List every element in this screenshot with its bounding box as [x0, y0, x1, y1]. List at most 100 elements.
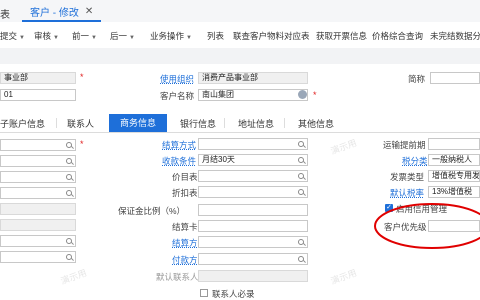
use-org-label: 使用组织: [160, 74, 195, 84]
watermark: 演示用: [329, 137, 359, 157]
left-field-5[interactable]: [0, 203, 76, 215]
invoice-type-label: 发票类型: [390, 172, 425, 182]
tax-category-field[interactable]: 一般纳税人: [428, 154, 480, 166]
settle-card-field[interactable]: [198, 220, 308, 232]
search-icon[interactable]: [298, 157, 304, 163]
dept-field[interactable]: 事业部: [0, 72, 76, 84]
default-contact-label: 默认联系人: [156, 272, 199, 282]
toolbar-band: [0, 48, 480, 64]
customer-name-field[interactable]: 南山集团: [198, 89, 308, 101]
watermark: 演示用: [59, 267, 89, 287]
toolbar-prev-label: 前一: [72, 31, 90, 41]
search-icon[interactable]: [66, 238, 72, 244]
annotation-ellipse: [374, 203, 480, 249]
tab-divider: [56, 118, 57, 128]
toolbar-audit-label: 审核: [34, 31, 52, 41]
toolbar-price-query[interactable]: 价格综合查询: [372, 30, 423, 42]
customer-name-label: 客户名称: [160, 91, 195, 101]
receive-cond-field[interactable]: 月结30天: [198, 154, 308, 166]
globe-icon[interactable]: [298, 90, 307, 99]
required-marker: *: [80, 139, 84, 149]
left-field-3[interactable]: [0, 171, 76, 183]
use-org-field[interactable]: 消费产品事业部: [198, 72, 308, 84]
subtab-bank-info[interactable]: 银行信息: [180, 117, 216, 130]
settle-card-label: 结算卡: [172, 222, 198, 232]
shortname-field[interactable]: [430, 72, 480, 84]
deposit-ratio-field[interactable]: [198, 204, 308, 216]
toolbar-list[interactable]: 列表: [207, 30, 224, 42]
subtab-address-info[interactable]: 地址信息: [238, 117, 274, 130]
left-field-7[interactable]: [0, 235, 76, 247]
settle-method-label: 结算方式: [162, 140, 197, 150]
chevron-down-icon: ▼: [186, 35, 192, 41]
chevron-down-icon: ▼: [129, 35, 135, 41]
toolbar-next-label: 后一: [110, 31, 128, 41]
subtab-sub-account[interactable]: 子账户信息: [0, 117, 45, 130]
search-icon[interactable]: [66, 174, 72, 180]
toolbar: 提交 ▼ 审核 ▼ 前一 ▼ 后一 ▼ 业务操作 ▼ 列表 联查客户物料对应表 获取开票信…: [0, 22, 480, 49]
contact-required-label: 联系人必录: [212, 289, 255, 299]
payer-label: 付款方: [172, 255, 198, 265]
tax-category-label: 税分类: [402, 156, 428, 166]
left-field-2[interactable]: [0, 155, 76, 167]
subtab-contacts[interactable]: 联系人: [67, 117, 94, 130]
default-tax-field[interactable]: 13%增值税: [428, 186, 480, 198]
tab-customer-edit[interactable]: 客户 - 修改 ✕: [22, 0, 102, 22]
search-icon[interactable]: [298, 239, 304, 245]
settle-method-field[interactable]: [198, 138, 308, 150]
chevron-down-icon: ▼: [53, 35, 59, 41]
search-icon[interactable]: [298, 141, 304, 147]
left-field-1[interactable]: [0, 139, 76, 151]
tab-divider: [284, 118, 285, 128]
tab-customer-edit-label: 客户 - 修改: [30, 7, 79, 19]
shortname-label: 简称: [408, 74, 426, 84]
left-field-8[interactable]: [0, 251, 76, 263]
left-field-6[interactable]: [0, 219, 76, 231]
toolbar-business-ops[interactable]: 业务操作 ▼: [150, 30, 192, 42]
toolbar-audit[interactable]: 审核 ▼: [34, 30, 59, 42]
invoice-type-field[interactable]: 增值税专用发票: [428, 170, 480, 182]
transport-field[interactable]: [428, 138, 480, 150]
search-icon[interactable]: [66, 142, 72, 148]
watermark: 演示用: [329, 267, 359, 287]
required-marker: *: [80, 72, 84, 82]
toolbar-customer-material[interactable]: 联查客户物料对应表: [233, 30, 310, 42]
tab-divider: [224, 118, 225, 128]
search-icon[interactable]: [298, 189, 304, 195]
deposit-ratio-label: 保证金比例（%）: [118, 206, 186, 216]
subtab-business-info[interactable]: 商务信息: [109, 114, 167, 132]
subtab-other-info[interactable]: 其他信息: [298, 117, 334, 130]
tab-bar: 表 客户 - 修改 ✕: [0, 0, 480, 23]
discount-list-label: 折扣表: [172, 188, 198, 198]
settle-party-label: 结算方: [172, 238, 198, 248]
tab-partial-label[interactable]: 表: [0, 6, 10, 21]
price-list-field[interactable]: [198, 170, 308, 182]
left-field-4[interactable]: [0, 187, 76, 199]
sub-tab-bar: 子账户信息 联系人 商务信息 银行信息 地址信息 其他信息: [0, 114, 480, 133]
search-icon[interactable]: [66, 254, 72, 260]
toolbar-submit-label: 提交: [0, 31, 18, 41]
toolbar-unfinished-data[interactable]: 未完结数据分: [430, 30, 480, 42]
toolbar-get-invoice-info[interactable]: 获取开票信息: [316, 30, 367, 42]
close-icon[interactable]: ✕: [85, 6, 93, 17]
search-icon[interactable]: [298, 256, 304, 262]
price-list-label: 价目表: [172, 172, 198, 182]
chevron-down-icon: ▼: [19, 35, 25, 41]
payer-field[interactable]: [198, 253, 308, 265]
toolbar-business-ops-label: 业务操作: [150, 31, 185, 41]
search-icon[interactable]: [66, 158, 72, 164]
contact-required-checkbox[interactable]: [200, 289, 208, 297]
search-icon[interactable]: [298, 173, 304, 179]
default-contact-field[interactable]: [198, 270, 308, 282]
toolbar-prev[interactable]: 前一 ▼: [72, 30, 97, 42]
search-icon[interactable]: [66, 190, 72, 196]
default-tax-label: 默认税率: [390, 188, 425, 198]
transport-label: 运输提前期: [383, 140, 426, 150]
code-field[interactable]: 01: [0, 89, 76, 101]
receive-cond-label: 收款条件: [162, 156, 197, 166]
toolbar-submit[interactable]: 提交 ▼: [0, 30, 25, 42]
settle-party-field[interactable]: [198, 236, 308, 248]
toolbar-next[interactable]: 后一 ▼: [110, 30, 135, 42]
chevron-down-icon: ▼: [91, 35, 97, 41]
discount-list-field[interactable]: [198, 186, 308, 198]
